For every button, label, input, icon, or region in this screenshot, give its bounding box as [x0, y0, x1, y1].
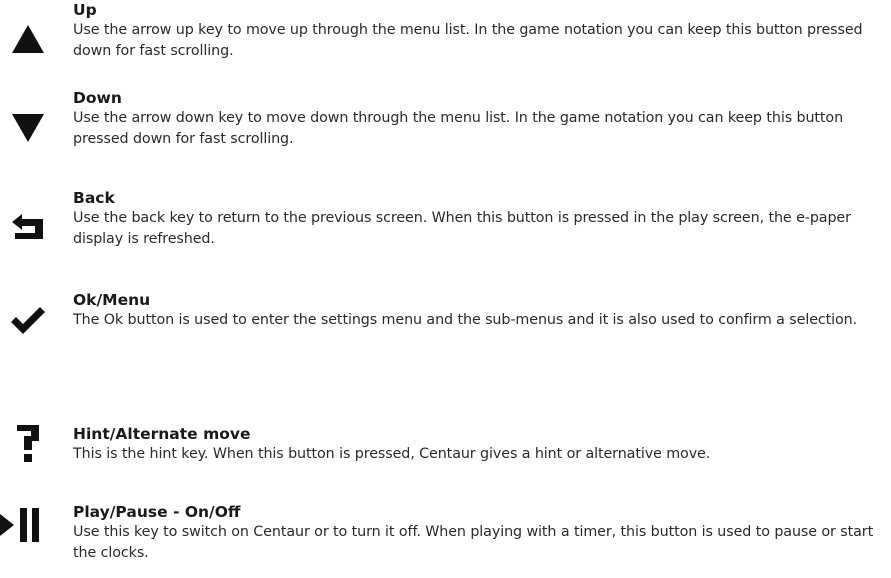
- entry-description: The Ok button is used to enter the setti…: [73, 312, 858, 328]
- entry-description: Use this key to switch on Centaur or to …: [73, 524, 874, 561]
- entry-description: Use the back key to return to the previo…: [73, 210, 851, 247]
- entry-description: This is the hint key. When this button i…: [73, 446, 711, 462]
- triangle-down-icon: [12, 114, 44, 142]
- entry-title: Hint/Alternate move: [73, 425, 251, 443]
- entry-title: Play/Pause - On/Off: [73, 503, 241, 521]
- entry-description: Use the arrow up key to move up through …: [73, 22, 863, 59]
- entry-description: Use the arrow down key to move down thro…: [73, 110, 844, 147]
- triangle-up-icon: [12, 25, 44, 53]
- entry-title: Back: [73, 189, 115, 207]
- entry-title: Down: [73, 89, 122, 107]
- back-arrow-icon: [12, 214, 43, 239]
- entry-title: Ok/Menu: [73, 291, 151, 309]
- play-pause-icon: [0, 508, 39, 542]
- entry-title: Up: [73, 1, 97, 19]
- checkmark-icon: [11, 307, 45, 334]
- question-mark-icon: [17, 425, 39, 462]
